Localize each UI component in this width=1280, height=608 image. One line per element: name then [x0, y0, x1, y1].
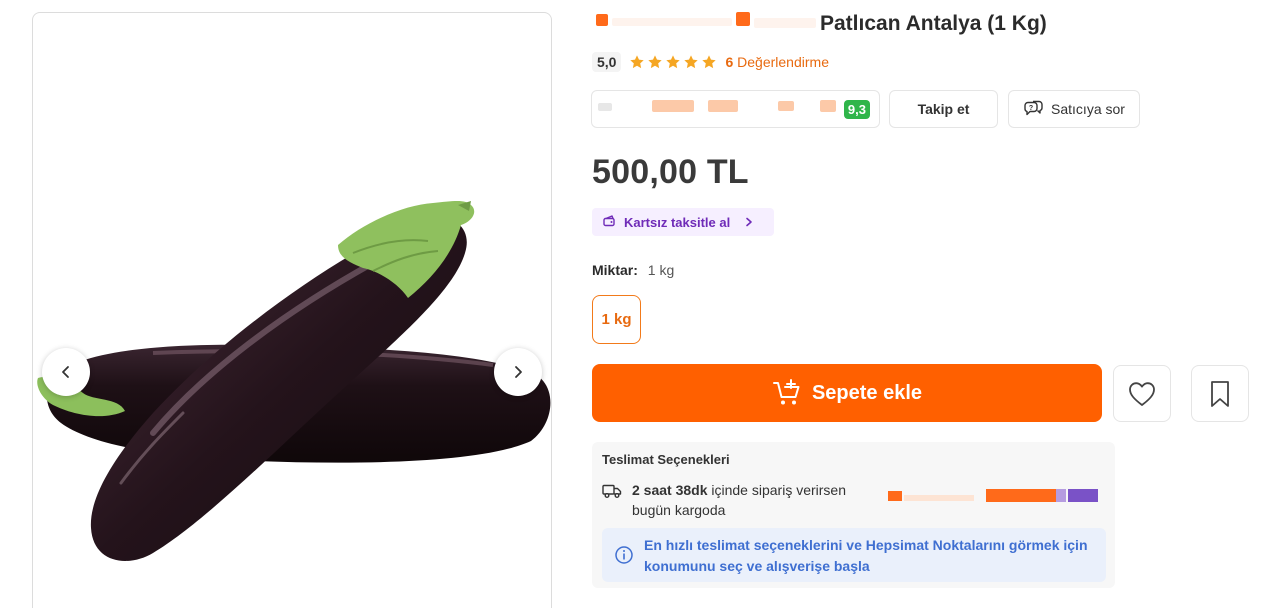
star-icon	[648, 55, 663, 69]
delivery-estimate: 2 saat 38dk içinde sipariş verirsen bugü…	[602, 480, 892, 520]
rating-stars	[629, 54, 717, 70]
review-label: Değerlendirme	[737, 54, 829, 70]
heart-icon	[1129, 381, 1155, 406]
redacted-seller-name	[778, 101, 794, 111]
ask-seller-label: Satıcıya sor	[1051, 101, 1125, 117]
star-icon	[684, 55, 699, 69]
rating-score: 5,0	[592, 52, 622, 72]
info-text-part2: görmek için	[1005, 537, 1088, 553]
installment-label: Kartsız taksitle al	[624, 214, 731, 230]
wallet-icon	[603, 215, 615, 227]
svg-text:?: ?	[1029, 105, 1033, 112]
add-to-cart-label: Sepete ekle	[811, 381, 923, 404]
product-title: Patlıcan Antalya (1 Kg)	[820, 12, 1047, 35]
star-icon	[702, 55, 717, 69]
chevron-right-icon	[515, 366, 522, 378]
delivery-estimate-text: 2 saat 38dk içinde sipariş verirsen bugü…	[632, 480, 892, 520]
hepsimat-points-link[interactable]: Hepsimat Noktalarını	[866, 537, 1005, 553]
bookmark-icon	[1211, 380, 1229, 407]
chevron-right-icon	[746, 217, 753, 227]
star-icon	[666, 55, 681, 69]
redacted-brand	[754, 18, 816, 28]
chevron-left-icon	[62, 366, 69, 378]
follow-seller-button[interactable]: Takip et	[889, 90, 998, 128]
seller-info[interactable]: 9,3	[591, 90, 880, 128]
location-info-banner[interactable]: En hızlı teslimat seçeneklerini ve Hepsi…	[602, 528, 1106, 582]
quantity-label-row: Miktar: 1 kg	[592, 262, 674, 278]
quantity-label: Miktar:	[592, 262, 638, 278]
save-to-list-button[interactable]	[1191, 365, 1249, 422]
info-text-line2: konumunu seç ve alışverişe başla	[644, 558, 870, 574]
delivery-day: bugün kargoda	[632, 502, 726, 518]
location-info-text: En hızlı teslimat seçeneklerini ve Hepsi…	[644, 535, 1088, 575]
redacted-brand	[612, 18, 732, 26]
cart-plus-icon	[772, 379, 800, 405]
product-image	[37, 201, 551, 561]
ask-seller-button[interactable]: ? Satıcıya sor	[1008, 90, 1140, 128]
redacted-seller-name	[708, 100, 738, 112]
add-to-favorites-button[interactable]	[1113, 365, 1171, 422]
product-image-gallery	[32, 12, 552, 608]
redacted-brand	[596, 14, 608, 26]
delivery-options: Teslimat Seçenekleri 2 saat 38dk içinde …	[592, 442, 1115, 588]
redacted-brand	[736, 12, 750, 26]
quantity-value: 1 kg	[647, 262, 675, 278]
redacted-seller-name	[652, 100, 694, 112]
delivery-title: Teslimat Seçenekleri	[602, 452, 730, 467]
quantity-option-1kg[interactable]: 1 kg	[592, 295, 641, 344]
redacted-seller-name	[598, 103, 612, 111]
delivery-time-rest: içinde sipariş verirsen	[711, 482, 846, 498]
info-icon	[615, 546, 633, 564]
add-to-cart-button[interactable]: Sepete ekle	[592, 364, 1102, 422]
star-icon	[630, 55, 645, 69]
info-text-part1: En hızlı teslimat seçeneklerini ve	[644, 537, 866, 553]
product-price: 500,00 TL	[592, 153, 749, 191]
review-count: 6	[725, 54, 734, 70]
redacted-seller-name	[820, 100, 836, 112]
delivery-time: 2 saat 38dk	[632, 482, 708, 498]
chat-question-icon: ?	[1024, 100, 1043, 116]
truck-icon	[602, 484, 622, 498]
previous-image-button[interactable]	[42, 348, 90, 396]
seller-score-badge: 9,3	[843, 100, 870, 119]
rating-row: 5,0 6 Değerlendirme	[592, 50, 829, 74]
installment-link[interactable]: Kartsız taksitle al	[592, 208, 774, 236]
redacted-delivery-logo	[888, 489, 1098, 502]
next-image-button[interactable]	[494, 348, 542, 396]
review-link[interactable]: 6 Değerlendirme	[725, 54, 829, 70]
